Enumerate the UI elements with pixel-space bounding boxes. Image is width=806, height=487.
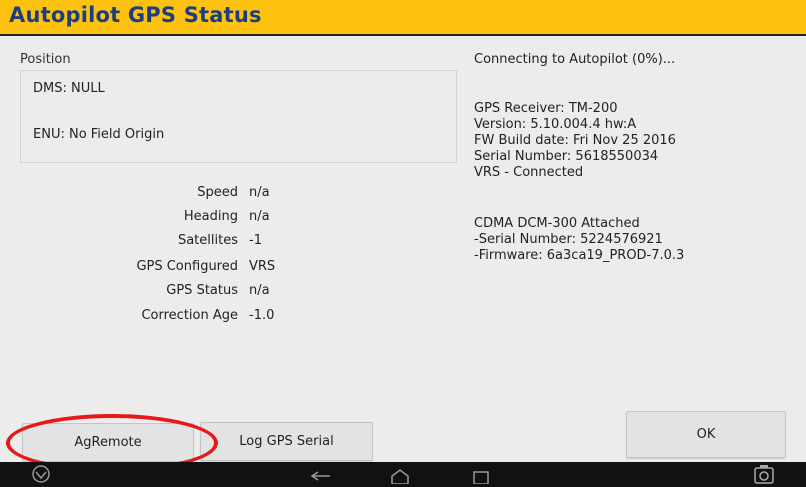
modem-line: CDMA DCM-300 Attached (474, 216, 640, 231)
recents-icon[interactable] (469, 466, 493, 484)
stat-row-gps-configured: GPS Configured VRS (0, 259, 806, 277)
stat-row-gps-status: GPS Status n/a (0, 283, 806, 301)
receiver-line: Version: 5.10.004.4 hw:A (474, 117, 637, 132)
stat-label: GPS Configured (136, 259, 238, 274)
title-bar: Autopilot GPS Status (0, 0, 806, 36)
stat-label: Satellites (177, 233, 238, 248)
stat-label: Speed (197, 185, 238, 200)
stat-row-speed: Speed n/a (0, 185, 806, 203)
stat-label: Correction Age (141, 308, 238, 323)
receiver-line: VRS - Connected (474, 165, 584, 180)
receiver-line: GPS Receiver: TM-200 (474, 101, 618, 116)
stat-value: n/a (249, 283, 270, 298)
stat-value: n/a (249, 185, 270, 200)
stat-value: -1.0 (249, 308, 275, 323)
window-title: Autopilot GPS Status (9, 3, 262, 27)
logo-icon (32, 465, 50, 483)
stat-row-satellites: Satellites -1 (0, 233, 806, 251)
position-group-label: Position (20, 52, 71, 67)
stat-label: Heading (183, 209, 238, 224)
modem-line: -Firmware: 6a3ca19_PROD-7.0.3 (474, 248, 685, 263)
modem-line: -Serial Number: 5224576921 (474, 232, 663, 247)
stat-label: GPS Status (166, 283, 238, 298)
stat-row-heading: Heading n/a (0, 209, 806, 227)
home-icon[interactable] (388, 466, 412, 484)
receiver-line: Serial Number: 5618550034 (474, 149, 659, 164)
enu-readout: ENU: No Field Origin (33, 127, 165, 142)
back-icon[interactable] (308, 466, 336, 484)
receiver-line: FW Build date: Fri Nov 25 2016 (474, 133, 676, 148)
dms-readout: DMS: NULL (33, 81, 105, 96)
stat-value: n/a (249, 209, 270, 224)
screenshot-icon[interactable] (752, 463, 776, 485)
ok-button[interactable]: OK (626, 411, 786, 458)
connection-status: Connecting to Autopilot (0%)... (474, 52, 676, 67)
agremote-button[interactable]: AgRemote (22, 423, 194, 462)
stat-value: -1 (249, 233, 262, 248)
log-gps-serial-button[interactable]: Log GPS Serial (200, 422, 373, 461)
stat-value: VRS (249, 259, 276, 274)
stat-row-correction-age: Correction Age -1.0 (0, 308, 806, 326)
